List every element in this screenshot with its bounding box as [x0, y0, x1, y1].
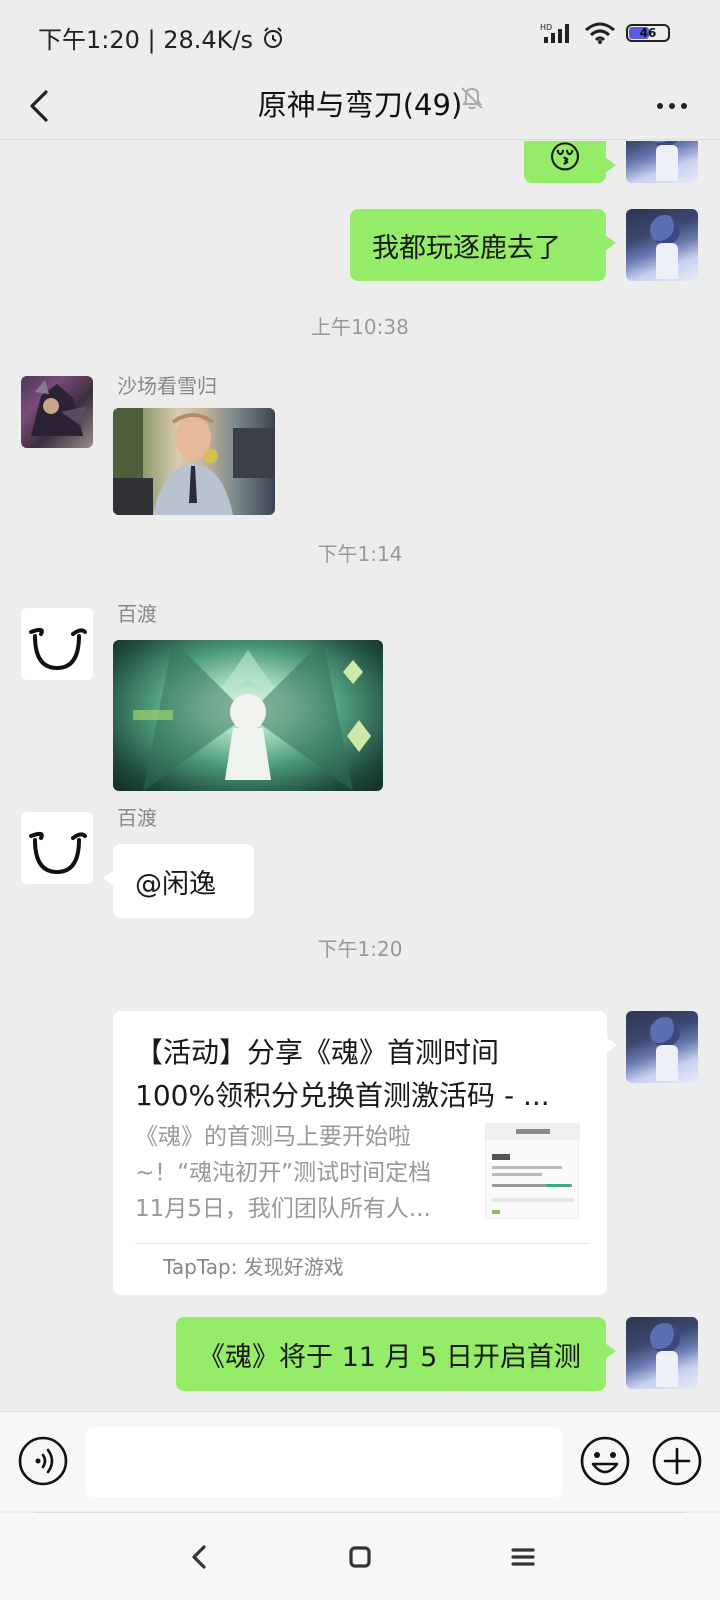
link-card-desc-line: 《魂》的首测马上要开始啦 — [135, 1124, 411, 1150]
voice-input-button[interactable] — [18, 1436, 68, 1486]
status-right: HD 46 — [540, 22, 670, 44]
timestamp: 下午1:20 — [317, 937, 403, 961]
avatar-user[interactable] — [21, 812, 93, 884]
wifi-icon — [585, 22, 615, 44]
avatar-self[interactable] — [626, 1011, 698, 1083]
avatar-self[interactable] — [626, 141, 698, 183]
image-message[interactable] — [113, 640, 383, 791]
emoji-button[interactable] — [580, 1436, 630, 1486]
timestamp: 上午10:38 — [311, 315, 409, 339]
link-card-source: TapTap: 发现好游戏 — [163, 1255, 344, 1279]
sender-name: 百渡 — [117, 806, 157, 830]
message-bubble-other[interactable]: @闲逸 — [103, 844, 254, 918]
link-card-desc-line: ~！“魂沌初开”测试时间定档 — [135, 1160, 432, 1186]
avatar-user[interactable] — [21, 376, 93, 448]
status-bar: 下午1:20 | 28.4K/s HD 46 — [0, 0, 720, 72]
link-card-divider — [135, 1243, 589, 1244]
chat-message-list[interactable]: 😚 我都玩逐鹿去了 上午10:38 沙场看雪归 下午1:14 百渡 百渡 @闲逸… — [0, 141, 720, 1411]
message-text: 《魂》将于 11 月 5 日开启首测 — [198, 1341, 581, 1373]
system-home-button[interactable] — [342, 1539, 378, 1575]
sender-name: 沙场看雪归 — [117, 374, 217, 398]
more-options-button[interactable] — [652, 86, 692, 126]
chat-input-bar — [0, 1411, 720, 1511]
link-card-thumbnail — [485, 1123, 580, 1219]
image-message[interactable] — [113, 408, 275, 515]
link-card-message[interactable]: 【活动】分享《魂》首测时间 100%领积分兑换首测激活码 - ... 《魂》的首… — [113, 1011, 617, 1295]
status-time-speed: 下午1:20 | 28.4K/s — [38, 26, 254, 54]
article-thumbnail-image — [486, 1124, 580, 1214]
chat-title: 原神与弯刀(49) — [257, 88, 463, 122]
network-type-label: HD — [540, 23, 552, 32]
emoji-kiss: 😚 — [548, 141, 582, 176]
message-text: 我都玩逐鹿去了 — [372, 232, 561, 264]
avatar-image — [31, 380, 87, 436]
message-input[interactable] — [86, 1427, 562, 1497]
link-card-description: 《魂》的首测马上要开始啦 ~！“魂沌初开”测试时间定档 11月5日，我们团队所有… — [135, 1119, 455, 1227]
message-bubble-self[interactable]: 😚 — [524, 141, 616, 183]
link-card-desc-line: 11月5日，我们团队所有人... — [135, 1196, 431, 1222]
link-card-title-line: 【活动】分享《魂》首测时间 — [135, 1036, 500, 1069]
signal-icon: HD — [540, 23, 569, 43]
chat-header: 原神与弯刀(49) — [0, 72, 720, 140]
timestamp: 下午1:14 — [317, 542, 403, 566]
avatar-self[interactable] — [626, 1317, 698, 1389]
game-art-image — [133, 640, 371, 791]
message-bubble-self[interactable]: 我都玩逐鹿去了 — [350, 209, 616, 281]
battery-icon: 46 — [626, 24, 670, 42]
link-card-title: 【活动】分享《魂》首测时间 100%领积分兑换首测激活码 - ... — [135, 1031, 575, 1117]
sender-name: 百渡 — [117, 602, 157, 626]
smile-face-avatar-icon — [29, 627, 87, 671]
battery-level: 46 — [639, 26, 657, 40]
system-back-button[interactable] — [182, 1539, 218, 1575]
mute-bell-icon — [461, 87, 483, 110]
status-left: 下午1:20 | 28.4K/s — [38, 20, 285, 55]
link-card-title-line: 100%领积分兑换首测激活码 - ... — [135, 1079, 550, 1112]
system-navigation-bar — [0, 1513, 720, 1600]
smile-face-avatar-icon — [29, 831, 87, 875]
office-photo-image — [113, 408, 275, 515]
system-menu-button[interactable] — [505, 1539, 541, 1575]
avatar-user[interactable] — [21, 608, 93, 680]
avatar-self[interactable] — [626, 209, 698, 281]
message-text: @闲逸 — [135, 868, 216, 900]
message-bubble-self[interactable]: 《魂》将于 11 月 5 日开启首测 — [176, 1317, 616, 1391]
more-functions-button[interactable] — [652, 1436, 702, 1486]
alarm-icon — [264, 26, 283, 48]
